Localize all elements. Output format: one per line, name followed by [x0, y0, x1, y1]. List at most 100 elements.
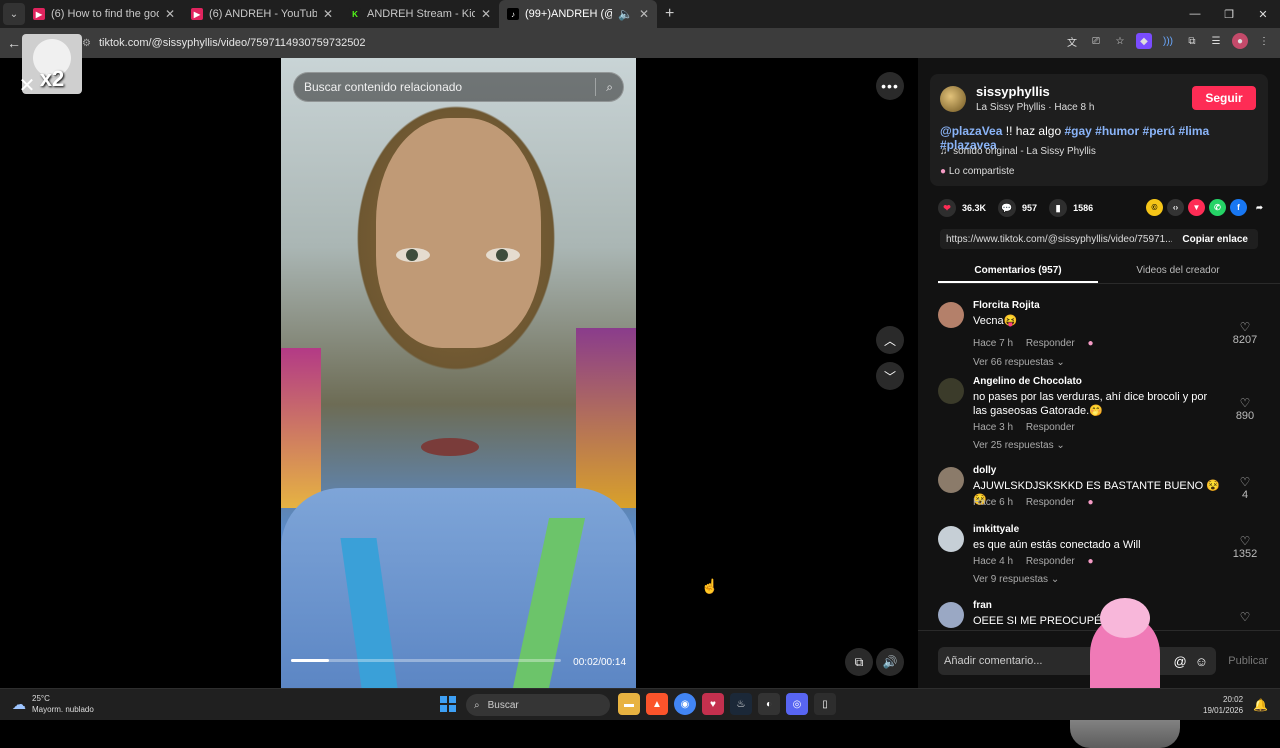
view-replies-button[interactable]: Ver 66 respuestas ⌄: [973, 357, 1065, 368]
comment-like-button[interactable]: ♡ 4: [1230, 475, 1260, 501]
share-link[interactable]: https://www.tiktok.com/@sissyphyllis/vid…: [940, 234, 1172, 245]
commenter-avatar[interactable]: [938, 526, 964, 552]
comment-count: 957: [1022, 203, 1038, 213]
caption-mention[interactable]: @plazaVea: [940, 124, 1002, 138]
hashtag[interactable]: #perú: [1143, 124, 1176, 138]
comment-username[interactable]: imkittyale: [973, 524, 1019, 535]
follow-button[interactable]: Seguir: [1192, 86, 1256, 110]
site-info-icon[interactable]: ⚙: [82, 38, 91, 49]
menu-kebab-icon[interactable]: ⋮: [1256, 33, 1272, 49]
music-info[interactable]: ♫ sonido original - La Sissy Phyllis: [940, 146, 1096, 157]
share-arrow-icon[interactable]: ➦: [1251, 199, 1268, 216]
embed-icon[interactable]: ‹›: [1167, 199, 1184, 216]
view-replies-button[interactable]: Ver 25 respuestas ⌄: [973, 440, 1065, 451]
like-button[interactable]: ❤ 36.3K: [938, 199, 986, 217]
discord-icon[interactable]: ◎: [786, 693, 808, 715]
brave-icon[interactable]: ▲: [646, 693, 668, 715]
taskbar-search-label: Buscar: [487, 699, 519, 711]
creator-username[interactable]: sissyphyllis: [976, 84, 1050, 99]
hashtag[interactable]: #humor: [1095, 124, 1139, 138]
cast-icon[interactable]: ⎚: [1088, 33, 1104, 49]
stream-badge: x2: [39, 66, 65, 91]
tab-creator-videos[interactable]: Videos del creador: [1098, 258, 1258, 283]
app-icon[interactable]: ♥: [702, 693, 724, 715]
coin-icon[interactable]: ©: [1146, 199, 1163, 216]
send-icon[interactable]: ▼: [1188, 199, 1205, 216]
next-video-button[interactable]: ﹀: [876, 362, 904, 390]
browser-tab-4[interactable]: ♪ (99+)ANDREH (@soyandre 🔈 ✕: [499, 0, 657, 28]
translate-icon[interactable]: 文: [1064, 33, 1080, 49]
post-comment-button[interactable]: Publicar: [1228, 655, 1268, 667]
creator-avatar[interactable]: [940, 86, 966, 112]
shared-avatar-icon: ●: [940, 166, 947, 177]
file-explorer-icon[interactable]: ▬: [618, 693, 640, 715]
volume-button[interactable]: 🔊: [876, 648, 904, 676]
previous-video-button[interactable]: ︿: [876, 326, 904, 354]
chrome-icon[interactable]: ◉: [674, 693, 696, 715]
comment-button[interactable]: 💬 957: [998, 199, 1037, 217]
hashtag[interactable]: #gay: [1064, 124, 1091, 138]
commenter-avatar[interactable]: [938, 467, 964, 493]
commenter-avatar[interactable]: [938, 302, 964, 328]
browser-tab-2[interactable]: ▶ (6) ANDREH - YouTube ✕: [183, 0, 341, 28]
windows-start-icon[interactable]: [440, 696, 456, 712]
comment-username[interactable]: fran: [973, 600, 992, 611]
bookmark-star-icon[interactable]: ☆: [1112, 33, 1128, 49]
copy-link-button[interactable]: Copiar enlace: [1172, 234, 1258, 245]
more-options-button[interactable]: •••: [876, 72, 904, 100]
search-icon[interactable]: ⌕: [606, 80, 613, 95]
restore-icon[interactable]: ❐: [1212, 0, 1246, 28]
comment-like-button[interactable]: ♡: [1230, 610, 1260, 624]
tab-close-icon[interactable]: ✕: [481, 7, 491, 21]
eye: [396, 248, 430, 262]
comment-like-button[interactable]: ♡ 1352: [1230, 534, 1260, 560]
related-search-input[interactable]: Buscar contenido relacionado ⌕: [293, 72, 624, 102]
puzzle-icon[interactable]: ⧉: [1184, 33, 1200, 49]
app-icon[interactable]: ◐: [758, 693, 780, 715]
facebook-icon[interactable]: f: [1230, 199, 1247, 216]
steam-icon[interactable]: ♨: [730, 693, 752, 715]
comment-username[interactable]: Angelino de Chocolato: [973, 376, 1082, 387]
browser-tab-3[interactable]: K ANDREH Stream - Kick Dashbo ✕: [341, 0, 499, 28]
reply-button[interactable]: Responder: [1026, 497, 1075, 508]
tab-list-button[interactable]: ⌄: [3, 3, 25, 25]
minimize-icon[interactable]: —: [1178, 0, 1212, 28]
whatsapp-icon[interactable]: ✆: [1209, 199, 1226, 216]
video-progress-bar[interactable]: [291, 659, 561, 662]
hashtag[interactable]: #lima: [1179, 124, 1210, 138]
extension-icon[interactable]: ◆: [1136, 33, 1152, 49]
tab-close-icon[interactable]: ✕: [165, 7, 175, 21]
audio-extension-icon[interactable]: ))): [1160, 33, 1176, 49]
view-replies-button[interactable]: Ver 9 respuestas ⌄: [973, 574, 1059, 585]
commenter-avatar[interactable]: [938, 602, 964, 628]
bookmark-icon: ▮: [1049, 199, 1068, 217]
new-tab-button[interactable]: +: [665, 5, 674, 23]
comment-like-button[interactable]: ♡ 890: [1230, 396, 1260, 422]
comment-meta: Hace 4 h Responder ●: [973, 556, 1104, 567]
speaker-icon[interactable]: 🔈: [618, 7, 633, 21]
reading-list-icon[interactable]: ☰: [1208, 33, 1224, 49]
app-icon[interactable]: ▯: [814, 693, 836, 715]
profile-avatar[interactable]: ●: [1232, 33, 1248, 49]
tab-close-icon[interactable]: ✕: [639, 7, 649, 21]
emoji-icon[interactable]: ☺: [1195, 654, 1208, 669]
commenter-avatar[interactable]: [938, 378, 964, 404]
reply-button[interactable]: Responder: [1026, 422, 1075, 433]
tab-close-icon[interactable]: ✕: [323, 7, 333, 21]
close-icon[interactable]: ✕: [16, 74, 38, 97]
save-button[interactable]: ▮ 1586: [1049, 199, 1093, 217]
taskbar-search[interactable]: ⌕ Buscar: [466, 694, 610, 716]
browser-tab-1[interactable]: ▶ (6) How to find the good in eve ✕: [25, 0, 183, 28]
comment-username[interactable]: dolly: [973, 465, 996, 476]
picture-in-picture-button[interactable]: ⧉: [845, 648, 873, 676]
close-window-icon[interactable]: ✕: [1246, 0, 1280, 28]
video-player[interactable]: Buscar contenido relacionado ⌕ 00:02/00:…: [281, 58, 636, 688]
weather-widget[interactable]: ☁ 25°C Mayorm. nublado: [12, 693, 94, 715]
url-field[interactable]: ⚙ tiktok.com/@sissyphyllis/video/7597114…: [82, 32, 1112, 54]
comment-username[interactable]: Florcita Rojita: [973, 300, 1040, 311]
reply-button[interactable]: Responder: [1026, 556, 1075, 567]
reply-button[interactable]: Responder: [1026, 338, 1075, 349]
tab-comments[interactable]: Comentarios (957): [938, 258, 1098, 283]
comment-like-button[interactable]: ♡ 8207: [1230, 320, 1260, 346]
notification-icon[interactable]: 🔔: [1253, 699, 1268, 711]
